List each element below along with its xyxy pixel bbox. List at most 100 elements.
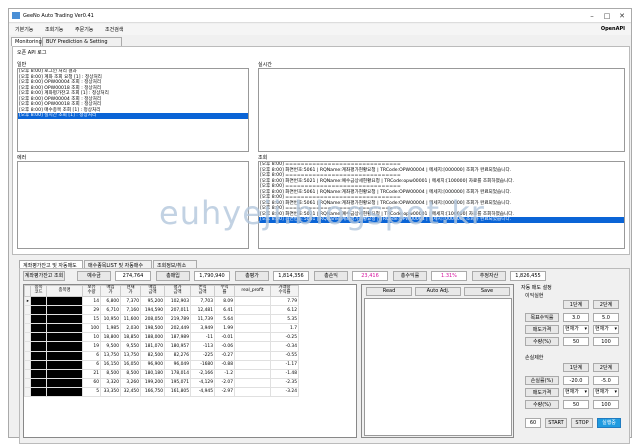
table-cell[interactable]: -0.06 <box>214 341 235 352</box>
profit-first-button[interactable]: 1단계 <box>563 300 589 309</box>
table-cell[interactable]: 3,320 <box>100 377 121 388</box>
real-profit-cell[interactable] <box>234 368 271 379</box>
start-button[interactable]: START <box>545 418 567 428</box>
table-cell[interactable]: 207,011 <box>164 305 191 316</box>
table-cell[interactable]: -0.34 <box>270 341 299 352</box>
table-cell[interactable]: 195,071 <box>164 377 191 388</box>
profit-second-price-select[interactable]: 현재가 <box>593 325 619 334</box>
menu-query[interactable]: 조회기능 <box>45 26 63 33</box>
table-cell[interactable]: -0.25 <box>270 332 299 343</box>
table-cell[interactable]: 3,949 <box>190 323 215 334</box>
table-cell[interactable]: 12,481 <box>190 305 215 316</box>
column-header[interactable]: 수익 률 <box>214 285 235 297</box>
column-header[interactable]: real_profit <box>234 285 271 297</box>
real-profit-cell[interactable] <box>234 386 271 398</box>
realtime-log-list[interactable] <box>258 68 625 152</box>
table-cell[interactable]: 5.35 <box>270 314 299 325</box>
loss-first-qty[interactable]: 50 <box>563 400 589 409</box>
table-cell[interactable]: 6 <box>82 359 101 370</box>
table-cell[interactable]: -0.27 <box>214 350 235 361</box>
table-cell[interactable]: 6 <box>82 350 101 361</box>
table-cell[interactable]: 18,850 <box>120 332 141 343</box>
table-cell[interactable]: 180,180 <box>140 368 165 379</box>
loss-first-button[interactable]: 1단계 <box>563 363 589 372</box>
table-cell[interactable]: 14 <box>82 295 101 307</box>
profit-second-qty[interactable]: 100 <box>593 337 619 346</box>
table-cell[interactable]: 96,049 <box>164 359 191 370</box>
table-row[interactable]: 5 33,350 32,450 166,750 161,805 -4,945 -2.97 -3… <box>24 386 299 398</box>
column-header[interactable]: 매입 금액 <box>140 285 165 297</box>
table-cell[interactable]: 10,950 <box>100 314 121 325</box>
table-cell[interactable]: 180,957 <box>164 341 191 352</box>
table-cell[interactable]: 5.64 <box>214 314 235 325</box>
table-row[interactable]: 100 1,985 2,030 198,500 202,449 3,949 1.99 1.7 <box>24 323 299 334</box>
table-cell[interactable]: 1.99 <box>214 323 235 334</box>
real-profit-cell[interactable] <box>234 323 271 334</box>
table-cell[interactable]: 8,500 <box>120 368 141 379</box>
close-icon[interactable]: ✕ <box>615 11 629 21</box>
table-cell[interactable]: -1680 <box>190 359 215 370</box>
table-cell[interactable]: 219,789 <box>164 314 191 325</box>
table-cell[interactable]: 161,805 <box>164 386 191 398</box>
column-header[interactable]: 손익 금액 <box>190 285 215 297</box>
menu-basic[interactable]: 기본기능 <box>15 26 33 33</box>
table-cell[interactable]: -113 <box>190 341 215 352</box>
real-profit-cell[interactable] <box>234 332 271 343</box>
table-cell[interactable]: 202,449 <box>164 323 191 334</box>
table-cell[interactable]: -2.07 <box>214 377 235 388</box>
account-query-button[interactable]: 계좌평가잔고 조회 <box>23 271 65 281</box>
table-cell[interactable]: 178,014 <box>164 368 191 379</box>
table-cell[interactable]: 7.79 <box>270 295 299 307</box>
running-status-button[interactable]: 실행중 <box>597 418 621 428</box>
table-cell[interactable]: 60 <box>82 377 101 388</box>
tab-buy-prediction[interactable]: BUY Prediction & Setting <box>42 37 122 46</box>
table-row[interactable]: 10 18,800 18,850 188,000 187,989 -11 -0.01 -0.2… <box>24 332 299 343</box>
table-cell[interactable]: 199,200 <box>140 377 165 388</box>
table-cell[interactable]: 5 <box>82 386 101 398</box>
table-cell[interactable]: 6,710 <box>100 305 121 316</box>
table-cell[interactable]: 32,450 <box>120 386 141 398</box>
table-cell[interactable]: 10 <box>82 332 101 343</box>
profit-second-rate[interactable]: 5.0 <box>593 313 619 322</box>
table-row[interactable]: 21 8,500 8,500 180,180 178,014 -2,166 -1.2 -1.4… <box>24 368 299 379</box>
table-row[interactable]: 29 6,710 7,160 194,590 207,011 12,481 6.41 6.12 <box>24 305 299 316</box>
profit-second-button[interactable]: 2단계 <box>593 300 619 309</box>
table-row[interactable]: ▸ 14 6,800 7,370 95,200 102,903 7,703 8.09 7.79 <box>24 295 299 307</box>
sell-setting-area[interactable] <box>364 298 512 436</box>
read-button[interactable]: Read <box>366 287 412 296</box>
menu-order[interactable]: 주문기능 <box>75 26 93 33</box>
real-profit-cell[interactable] <box>234 305 271 316</box>
table-cell[interactable]: 19 <box>82 341 101 352</box>
table-cell[interactable]: 13,750 <box>100 350 121 361</box>
minimize-icon[interactable]: – <box>585 11 599 21</box>
column-header[interactable]: 현재 가 <box>120 285 141 297</box>
table-row[interactable]: 60 3,320 3,260 199,200 195,071 -4,129 -2.07 -2.… <box>24 377 299 388</box>
real-profit-cell[interactable] <box>234 341 271 352</box>
column-header[interactable]: 종목명 <box>46 285 83 297</box>
table-cell[interactable]: 6.41 <box>214 305 235 316</box>
table-cell[interactable]: 95,200 <box>140 295 165 307</box>
table-cell[interactable]: 29 <box>82 305 101 316</box>
table-cell[interactable]: 7,160 <box>120 305 141 316</box>
table-cell[interactable]: 96,900 <box>140 359 165 370</box>
menu-condition[interactable]: 조건검색 <box>105 26 123 33</box>
holdings-grid[interactable]: 종목 코드 종목명 보유 수량 매입 가 현재 가 매입 금액 평가 금액 손익 금액 수익 률… <box>23 284 357 438</box>
table-cell[interactable]: 8.09 <box>214 295 235 307</box>
table-cell[interactable]: 33,350 <box>100 386 121 398</box>
real-profit-cell[interactable] <box>234 359 271 370</box>
table-cell[interactable]: 16,050 <box>120 359 141 370</box>
table-cell[interactable]: 8,500 <box>100 368 121 379</box>
table-cell[interactable]: -0.01 <box>214 332 235 343</box>
table-cell[interactable]: -4,129 <box>190 377 215 388</box>
table-cell[interactable]: -2.35 <box>270 377 299 388</box>
table-cell[interactable]: 181,070 <box>140 341 165 352</box>
profit-first-qty[interactable]: 50 <box>563 337 589 346</box>
table-cell[interactable]: -1.2 <box>214 368 235 379</box>
log-entry[interactable]: [오후 8:00] 실시간 조회 [1] : 정상처리 <box>18 113 248 119</box>
real-profit-cell[interactable] <box>234 350 271 361</box>
table-cell[interactable]: 82,500 <box>140 350 165 361</box>
table-cell[interactable]: -1.48 <box>270 368 299 379</box>
real-profit-cell[interactable] <box>234 295 271 307</box>
profit-first-rate[interactable]: 3.0 <box>563 313 589 322</box>
table-cell[interactable]: 11,600 <box>120 314 141 325</box>
